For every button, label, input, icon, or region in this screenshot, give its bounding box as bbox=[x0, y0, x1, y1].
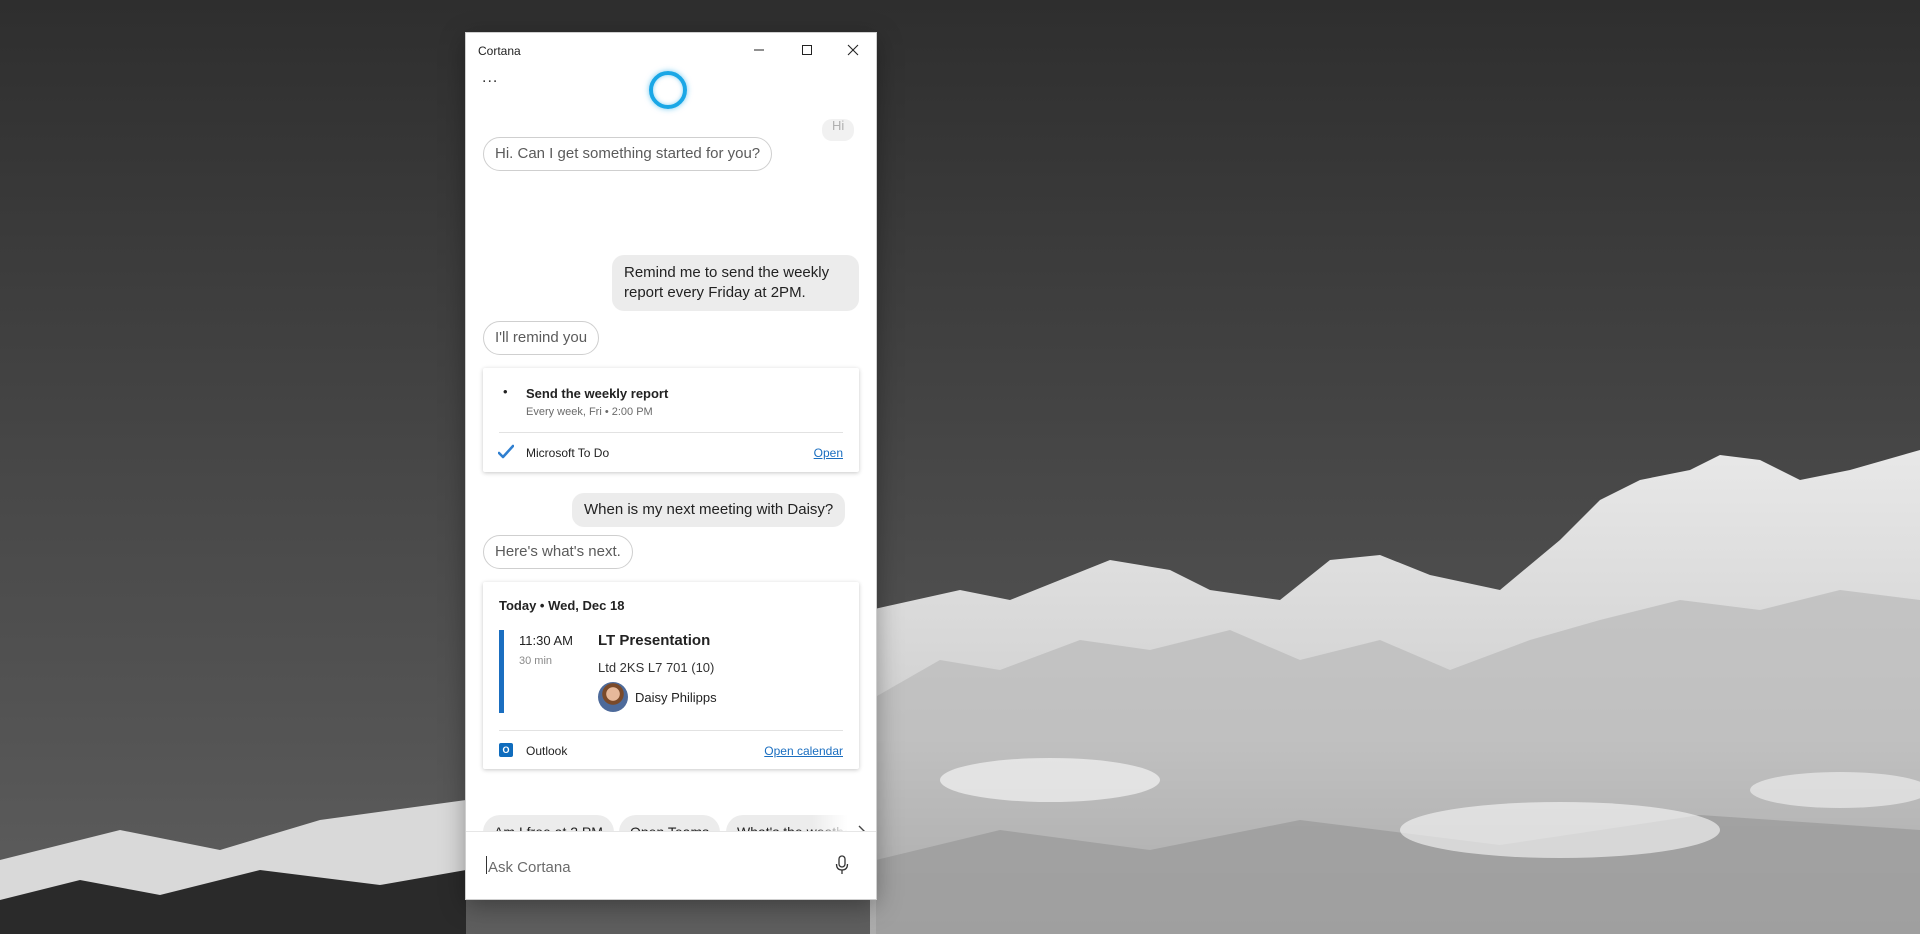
window-title: Cortana bbox=[478, 44, 521, 58]
meeting-duration: 30 min bbox=[519, 655, 553, 667]
desktop-wallpaper bbox=[0, 0, 1920, 934]
meeting-time: 11:30 AM bbox=[519, 633, 573, 648]
minimize-icon bbox=[754, 49, 764, 51]
attendee-name[interactable]: Daisy Philipps bbox=[635, 690, 717, 705]
outlook-icon: O bbox=[499, 743, 513, 757]
meeting-accent-bar bbox=[499, 630, 504, 713]
maximize-button[interactable] bbox=[784, 33, 830, 67]
open-calendar-link[interactable]: Open calendar bbox=[764, 744, 843, 758]
user-message-reminder-line1: Remind me to send the weekly bbox=[624, 264, 830, 281]
avatar bbox=[598, 682, 628, 712]
minimize-button[interactable] bbox=[736, 33, 782, 67]
meeting-title[interactable]: LT Presentation bbox=[598, 632, 710, 649]
conversation-pane[interactable]: Hi Hi. Can I get something started for y… bbox=[466, 119, 876, 814]
title-bar: Cortana bbox=[466, 33, 876, 67]
card-divider bbox=[499, 730, 843, 731]
outlook-app-label: Outlook bbox=[526, 744, 568, 758]
user-message-reminder-line2: report every Friday at 2PM. bbox=[624, 284, 806, 301]
cortana-window: Cortana ... Hi Hi. Can I get something s… bbox=[466, 33, 876, 899]
meeting-location: Ltd 2KS L7 701 (10) bbox=[598, 660, 715, 675]
todo-app-label: Microsoft To Do bbox=[526, 446, 610, 460]
checkmark-icon bbox=[498, 444, 514, 459]
open-todo-link[interactable]: Open bbox=[814, 446, 843, 460]
ask-cortana-input[interactable] bbox=[486, 854, 790, 880]
microphone-icon[interactable] bbox=[835, 855, 849, 875]
user-message-meeting: When is my next meeting with Daisy? bbox=[572, 493, 846, 527]
cortana-reply-reminder: I'll remind you bbox=[483, 321, 600, 355]
card-divider bbox=[499, 432, 843, 433]
text-cursor bbox=[486, 856, 487, 874]
meeting-date-heading: Today • Wed, Dec 18 bbox=[499, 598, 625, 613]
user-message-reminder: Remind me to send the weekly report ever… bbox=[612, 255, 859, 311]
cortana-reply-meeting: Here's what's next. bbox=[483, 535, 633, 569]
meeting-card: Today • Wed, Dec 18 11:30 AM 30 min LT P… bbox=[483, 582, 859, 769]
reminder-title: Send the weekly report bbox=[526, 386, 669, 401]
cortana-greeting: Hi. Can I get something started for you? bbox=[483, 137, 773, 171]
reminder-card: • Send the weekly report Every week, Fri… bbox=[483, 368, 859, 472]
cortana-logo-icon bbox=[649, 71, 687, 109]
maximize-icon bbox=[802, 45, 812, 55]
more-options-button[interactable]: ... bbox=[482, 69, 498, 87]
user-message-partial: Hi bbox=[822, 119, 855, 141]
reminder-subtitle: Every week, Fri • 2:00 PM bbox=[526, 406, 653, 418]
close-button[interactable] bbox=[830, 33, 876, 67]
reminder-bullet: • bbox=[503, 384, 508, 399]
ask-bar bbox=[466, 831, 876, 899]
close-icon bbox=[847, 44, 859, 56]
